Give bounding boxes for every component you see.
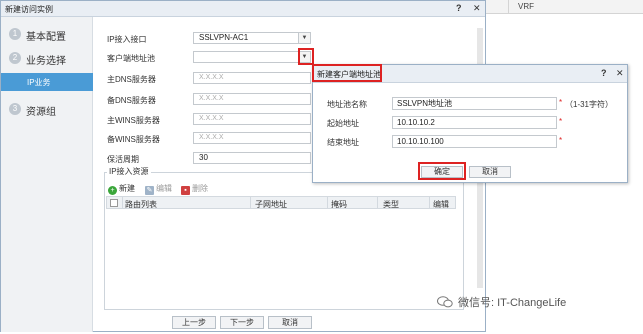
start-address-label: 起始地址 [327,119,359,128]
step-number: 3 [9,103,21,115]
dialog-titlebar: 新建访问实例 ? ✕ [1,1,485,17]
delete-label: 删除 [192,184,208,193]
cancel-button[interactable]: 取消 [268,316,312,329]
end-address-input[interactable]: 10.10.10.100 [392,135,557,148]
step-label: 基本配置 [26,32,66,43]
step-label: 资源组 [26,107,56,118]
ip-interface-select[interactable]: SSLVPN-AC1 ▼ [193,32,311,44]
backup-wins-label: 备WINS服务器 [107,135,160,144]
subdialog-cancel-button[interactable]: 取消 [469,166,511,178]
new-button[interactable]: + 新建 [108,183,135,195]
help-icon[interactable]: ? [456,3,462,13]
column-divider [377,197,378,208]
step-service-select[interactable]: 2 业务选择 [1,49,93,67]
add-icon: + [108,186,117,195]
highlight-box [312,64,382,82]
primary-wins-label: 主WINS服务器 [107,116,160,125]
highlight-box [298,48,314,65]
highlight-box [418,162,466,180]
column-edit[interactable]: 编辑 [433,199,449,210]
trash-icon: ▪ [181,186,190,195]
column-subnet[interactable]: 子网地址 [255,199,287,210]
required-mark: * [559,136,563,145]
edit-label: 编辑 [156,184,172,193]
column-divider [122,197,123,208]
step-ip-service[interactable]: IP业务 [1,73,93,91]
column-route-list[interactable]: 路由列表 [125,199,157,210]
step-number: 2 [9,52,21,64]
backup-dns-input[interactable]: X.X.X.X [193,93,311,105]
select-all-checkbox[interactable] [110,199,118,207]
ip-interface-label: IP接入接口 [107,35,147,44]
dialog-title: 新建访问实例 [5,5,53,14]
ip-interface-value: SSLVPN-AC1 [199,33,249,42]
column-mask[interactable]: 掩码 [331,199,347,210]
primary-dns-label: 主DNS服务器 [107,75,156,84]
wechat-icon [437,296,453,308]
column-divider [429,197,430,208]
column-type[interactable]: 类型 [383,199,399,210]
backup-wins-input[interactable]: X.X.X.X [193,132,311,144]
backup-dns-label: 备DNS服务器 [107,96,156,105]
new-label: 新建 [119,184,135,193]
watermark-text: 微信号: IT-ChangeLife [458,297,567,309]
next-button[interactable]: 下一步 [220,316,264,329]
client-pool-label: 客户端地址池 [107,54,155,63]
required-mark: * [559,117,563,126]
column-divider [327,197,328,208]
pool-name-hint: （1-31字符） [565,100,614,109]
column-divider [508,0,509,14]
step-number: 1 [9,28,21,40]
vrf-column-header: VRF [518,2,534,11]
close-icon[interactable]: ✕ [473,3,481,14]
keepalive-label: 保活周期 [107,155,139,164]
pool-name-input[interactable]: SSLVPN地址池 [392,97,557,110]
wizard-steps: 1 基本配置 2 业务选择 IP业务 3 资源组 [1,17,93,332]
prev-button[interactable]: 上一步 [172,316,216,329]
edit-icon: ✎ [145,186,154,195]
start-address-input[interactable]: 10.10.10.2 [392,116,557,129]
delete-button[interactable]: ▪ 删除 [181,183,208,195]
step-resource-group[interactable]: 3 资源组 [1,100,93,118]
column-divider [250,197,251,208]
help-icon[interactable]: ? [601,68,607,78]
ip-resources-legend: IP接入资源 [107,166,151,177]
required-mark: * [559,98,563,107]
close-icon[interactable]: ✕ [616,68,624,79]
step-basic-config[interactable]: 1 基本配置 [1,25,93,43]
step-label: IP业务 [27,78,51,87]
edit-button[interactable]: ✎ 编辑 [145,183,172,195]
resources-table-header: 路由列表 子网地址 掩码 类型 编辑 [106,196,456,209]
step-label: 业务选择 [26,56,66,67]
primary-wins-input[interactable]: X.X.X.X [193,113,311,125]
keepalive-input[interactable]: 30 [193,152,311,164]
end-address-label: 结束地址 [327,138,359,147]
chevron-down-icon[interactable]: ▼ [298,33,310,43]
primary-dns-input[interactable]: X.X.X.X [193,72,311,84]
client-pool-select[interactable]: ▼ [193,51,311,63]
pool-name-label: 地址池名称 [327,100,367,109]
